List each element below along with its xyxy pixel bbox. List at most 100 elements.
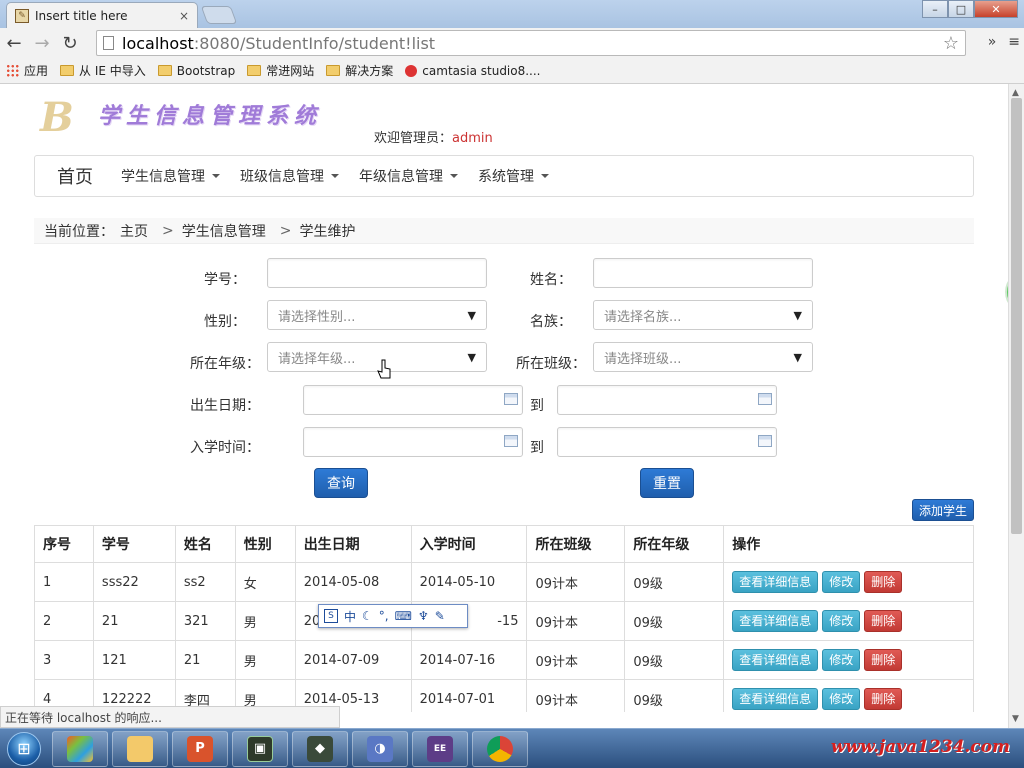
bookmark-solutions[interactable]: 解决方案 [326,62,393,79]
student-no-input[interactable] [267,258,487,288]
menu-icon[interactable]: ≡ [1008,34,1020,50]
edit-button[interactable]: 修改 [822,649,861,671]
calendar-icon[interactable] [758,435,772,447]
enroll-date-end-input[interactable] [557,427,777,457]
table-cell: 09计本 [526,679,626,712]
view-detail-button[interactable]: 查看详细信息 [732,688,819,710]
apps-grid-icon [6,64,19,77]
birth-date-start-input[interactable] [303,385,523,415]
close-tab-icon[interactable]: × [179,9,189,23]
url-text[interactable]: localhost:8080/StudentInfo/student!list [122,34,943,53]
tab-title: Insert title here [35,8,128,23]
scroll-down-arrow-icon[interactable]: ▼ [1012,714,1019,724]
delete-button[interactable]: 删除 [864,571,903,593]
grade-select[interactable]: 请选择年级... ▼ [267,342,487,372]
view-detail-button[interactable]: 查看详细信息 [732,610,819,632]
scroll-up-arrow-icon[interactable]: ▲ [1012,88,1019,98]
delete-button[interactable]: 删除 [864,688,903,710]
taskbar-app[interactable]: ◑ [352,730,408,767]
class-select[interactable]: 请选择班级... ▼ [593,342,813,372]
column-header: 姓名 [174,525,236,563]
reset-button[interactable]: 重置 [640,468,694,498]
nav-student-management[interactable]: 学生信息管理 [115,166,234,186]
taskbar-app[interactable] [472,730,528,767]
bookmark-apps[interactable]: 应用 [6,62,48,79]
vertical-scrollbar[interactable]: ▲ ▼ [1008,84,1024,728]
table-cell: 2 [34,601,94,641]
column-header: 学号 [92,525,176,563]
extensions-overflow-icon[interactable]: » [988,34,997,50]
tool-icon[interactable]: ♆ [418,609,429,623]
calendar-icon[interactable] [504,393,518,405]
breadcrumb-student-info[interactable]: 学生信息管理 [182,221,266,241]
bookmark-ie-import[interactable]: 从 IE 中导入 [60,62,146,79]
breadcrumb-home[interactable]: 主页 [120,221,148,241]
ime-mode-toggle[interactable]: 中 [344,608,356,625]
browser-tab[interactable]: ✎ Insert title here × [6,2,198,28]
welcome-text: 欢迎管理员：admin [374,131,493,146]
back-arrow-icon[interactable]: ← [0,29,28,57]
reload-icon[interactable]: ↻ [56,29,84,57]
name-input[interactable] [593,258,813,288]
edit-button[interactable]: 修改 [822,610,861,632]
ime-logo-icon[interactable]: S [324,609,338,623]
bookmark-star-icon[interactable]: ☆ [943,33,959,54]
punctuation-icon[interactable]: °, [379,609,389,623]
camtasia-icon [405,64,418,77]
edit-button[interactable]: 修改 [822,571,861,593]
view-detail-button[interactable]: 查看详细信息 [732,571,819,593]
nav-home[interactable]: 首页 [35,163,115,189]
keyboard-icon[interactable]: ⌨ [395,609,412,623]
table-row: 2 21 321 男 20 -15 09计本 09级 查看详细信息 修改 删除 [34,601,974,641]
enroll-date-label: 入学时间： [190,440,260,456]
calendar-icon[interactable] [504,435,518,447]
address-bar[interactable]: localhost:8080/StudentInfo/student!list … [96,30,966,56]
taskbar-app[interactable]: EE [412,730,468,767]
new-tab-button[interactable] [200,6,238,24]
tab-strip: ✎ Insert title here × – □ ✕ [0,0,1024,28]
nav-class-management[interactable]: 班级信息管理 [234,166,353,186]
nav-system-management[interactable]: 系统管理 [472,166,563,186]
taskbar-app[interactable]: ◆ [292,730,348,767]
forward-arrow-icon[interactable]: → [28,29,56,57]
moon-icon[interactable]: ☾ [362,609,373,623]
taskbar-app[interactable]: ▣ [232,730,288,767]
close-window-button[interactable]: ✕ [974,0,1018,18]
query-button[interactable]: 查询 [314,468,368,498]
wrench-icon[interactable]: ✎ [435,609,445,623]
taskbar-app[interactable] [52,730,108,767]
bookmark-camtasia[interactable]: camtasia studio8.... [405,64,541,78]
bookmarks-bar: 应用 从 IE 中导入 Bootstrap 常进网站 解决方案 camtasia… [0,58,1024,84]
edit-button[interactable]: 修改 [822,688,861,710]
system-title: 学生信息管理系统 [98,103,323,129]
calendar-icon[interactable] [758,393,772,405]
taskbar-app[interactable] [112,730,168,767]
ethnic-label: 名族： [530,314,572,330]
scrollbar-thumb[interactable] [1011,98,1022,534]
dropdown-arrow-icon: ▼ [793,350,802,364]
enroll-date-start-input[interactable] [303,427,523,457]
table-cell: 121 [92,640,176,680]
add-student-button[interactable]: 添加学生 [912,499,974,521]
ime-toolbar[interactable]: S 中 ☾ °, ⌨ ♆ ✎ [318,604,468,628]
admin-username: admin [452,131,493,146]
delete-button[interactable]: 删除 [864,649,903,671]
minimize-button[interactable]: – [922,0,948,18]
table-cell: 09计本 [526,562,626,602]
delete-button[interactable]: 删除 [864,610,903,632]
start-button[interactable]: ⊞ [0,729,48,768]
maximize-button[interactable]: □ [948,0,974,18]
grade-label: 所在年级： [190,356,260,372]
bookmark-sites[interactable]: 常进网站 [247,62,314,79]
caret-down-icon [212,174,220,178]
table-header-row: 序号 学号 姓名 性别 出生日期 入学时间 所在班级 所在年级 操作 [34,525,974,563]
table-cell: 2014-07-01 [410,679,528,712]
ethnic-select[interactable]: 请选择名族... ▼ [593,300,813,330]
nav-grade-management[interactable]: 年级信息管理 [353,166,472,186]
birth-date-end-input[interactable] [557,385,777,415]
gender-select[interactable]: 请选择性别... ▼ [267,300,487,330]
birth-date-to-label: 到 [530,398,544,414]
bookmark-bootstrap[interactable]: Bootstrap [157,64,235,78]
view-detail-button[interactable]: 查看详细信息 [732,649,819,671]
taskbar-app[interactable]: P [172,730,228,767]
